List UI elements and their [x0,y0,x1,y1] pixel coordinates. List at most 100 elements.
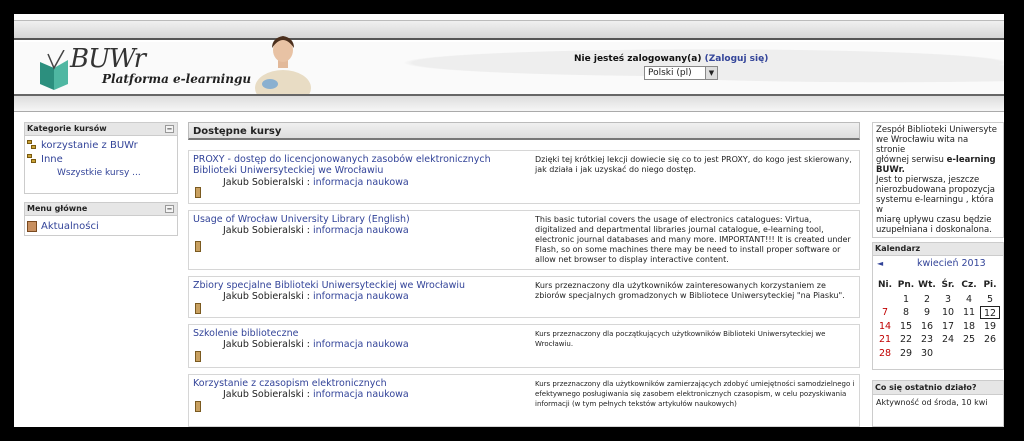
calendar-day[interactable]: 28 [875,347,895,360]
course-teacher: Jakub Sobieralski : informacja naukowa [223,225,409,236]
calendar-day[interactable]: 3 [938,293,958,306]
course-description: This basic tutorial covers the usage of … [535,215,851,264]
course-title-link[interactable]: Usage of Wrocław University Library (Eng… [193,214,523,225]
welcome-line: nierozbudowana propozycja [876,185,996,195]
recent-activity-block: Co się ostatnio działo? Aktywność od śro… [872,380,1004,427]
calendar-month-nav: ◄ kwiecień 2013 [873,256,1003,272]
calendar-dow: Pn. [897,280,915,290]
teacher-role-link[interactable]: informacja naukowa [313,177,409,188]
calendar-day[interactable]: 15 [896,320,916,333]
all-courses-link[interactable]: Wszystkie kursy ... [25,166,177,180]
login-status: Nie jesteś zalogowany(a) (Zaloguj się) [574,54,768,64]
teacher-separator: : [303,291,313,302]
teacher-role-link[interactable]: informacja naukowa [313,339,409,350]
available-courses-header: Dostępne kursy [188,122,860,140]
course-description: Kurs przeznaczony dla użytkowników zamie… [535,380,855,408]
welcome-line: Jest to pierwsza, jeszcze [876,175,980,185]
teacher-icon [195,187,201,198]
calendar-day[interactable]: 2 [917,293,937,306]
calendar-day[interactable]: 29 [896,347,916,360]
course-title-link[interactable]: Szkolenie biblioteczne [193,328,523,339]
calendar-day[interactable]: 4 [959,293,979,306]
welcome-text: głównej serwisu [876,155,944,165]
calendar-day[interactable]: 24 [938,333,958,346]
welcome-line: we Wrocławiu wita na stronie [876,135,969,155]
prev-month-icon[interactable]: ◄ [877,259,883,268]
teacher-separator: : [303,339,313,350]
top-bar [14,20,1004,40]
welcome-block: Zespół Biblioteki Uniwersyte we Wrocławi… [872,122,1004,238]
category-item-label: korzystanie z BUWr [41,139,138,151]
calendar-day[interactable]: 23 [917,333,937,346]
calendar-day[interactable]: 7 [875,306,895,319]
calendar-day[interactable]: 5 [980,293,1000,306]
chevron-down-icon[interactable]: ▼ [705,67,717,79]
menu-item-aktualnosci[interactable]: Aktualności [25,219,177,233]
calendar-day[interactable]: 9 [917,306,937,319]
teacher-icon [195,401,201,412]
welcome-line: miarę upływu czasu będzie [876,215,992,225]
teacher-name: Jakub Sobieralski [223,339,304,350]
teacher-icon [195,303,201,314]
book-logo-icon [40,50,68,90]
categories-block-header: Kategorie kursów − [25,123,177,136]
teacher-icon [195,241,201,252]
calendar-day[interactable]: 11 [959,306,979,319]
course-item: PROXY - dostęp do licencjonowanych zasob… [188,150,860,204]
calendar-day[interactable]: 17 [938,320,958,333]
calendar-day[interactable]: 14 [875,320,895,333]
course-teacher: Jakub Sobieralski : informacja naukowa [223,389,409,400]
calendar-month-name[interactable]: kwiecień 2013 [917,258,986,269]
welcome-line: systemu e-learningu , która w [876,195,994,215]
calendar-day[interactable]: 25 [959,333,979,346]
teacher-name: Jakub Sobieralski [223,389,304,400]
main-menu-block-title: Menu główne [27,204,88,213]
welcome-line: głównej serwisu e-learning BUWr. [876,155,1000,175]
login-status-text: Nie jesteś zalogowany(a) [574,54,702,64]
calendar-day[interactable]: 26 [980,333,1000,346]
main-menu-block: Menu główne − Aktualności [24,202,178,236]
welcome-line: Zespół Biblioteki Uniwersyte [876,125,997,135]
teacher-role-link[interactable]: informacja naukowa [313,291,409,302]
recent-activity-title: Co się ostatnio działo? [873,381,1003,395]
collapse-toggle-icon[interactable]: − [165,205,174,213]
calendar-day[interactable]: 18 [959,320,979,333]
teacher-role-link[interactable]: informacja naukowa [313,225,409,236]
welcome-line: uzupełniana i doskonalona. [876,225,992,235]
calendar-day[interactable]: 21 [875,333,895,346]
calendar-dow: Cz. [961,280,977,290]
course-title-link[interactable]: PROXY - dostęp do licencjonowanych zasob… [193,154,523,176]
news-icon [27,220,37,232]
menu-item-label: Aktualności [41,220,99,232]
teacher-role-link[interactable]: informacja naukowa [313,389,409,400]
main-menu-block-header: Menu główne − [25,203,177,216]
calendar-day[interactable]: 19 [980,320,1000,333]
category-item-label: Inne [41,153,63,165]
calendar-day[interactable]: 22 [896,333,916,346]
collapse-toggle-icon[interactable]: − [165,125,174,133]
teacher-name: Jakub Sobieralski [223,177,304,188]
category-item-inne[interactable]: Inne [25,152,177,166]
calendar-day[interactable]: 30 [917,347,937,360]
teacher-name: Jakub Sobieralski [223,225,304,236]
language-select[interactable]: Polski (pl) ▼ [644,66,718,80]
logo-subtitle: Platforma e-learningu [102,72,252,86]
calendar-day[interactable]: 8 [896,306,916,319]
calendar-day[interactable]: 16 [917,320,937,333]
calendar-day[interactable]: 10 [938,306,958,319]
browser-page: BUWr Platforma e-learningu Nie jesteś za… [14,14,1004,427]
course-description: Kurs przeznaczony dla użytkowników zaint… [535,281,845,300]
calendar-day-today[interactable]: 12 [980,306,1000,319]
header-bottom-bar [14,94,1004,112]
course-teacher: Jakub Sobieralski : informacja naukowa [223,339,409,350]
course-title-link[interactable]: Korzystanie z czasopism elektronicznych [193,378,523,389]
category-icon [27,154,37,164]
categories-block: Kategorie kursów − korzystanie z BUWr In… [24,122,178,194]
language-value: Polski (pl) [648,68,692,78]
login-link[interactable]: (Zaloguj się) [705,54,769,64]
category-item-korzystanie[interactable]: korzystanie z BUWr [25,138,177,152]
course-title-link[interactable]: Zbiory specjalne Biblioteki Uniwersyteck… [193,280,523,291]
calendar-day[interactable]: 1 [896,293,916,306]
course-item: Zbiory specjalne Biblioteki Uniwersyteck… [188,276,860,318]
course-teacher: Jakub Sobieralski : informacja naukowa [223,291,409,302]
